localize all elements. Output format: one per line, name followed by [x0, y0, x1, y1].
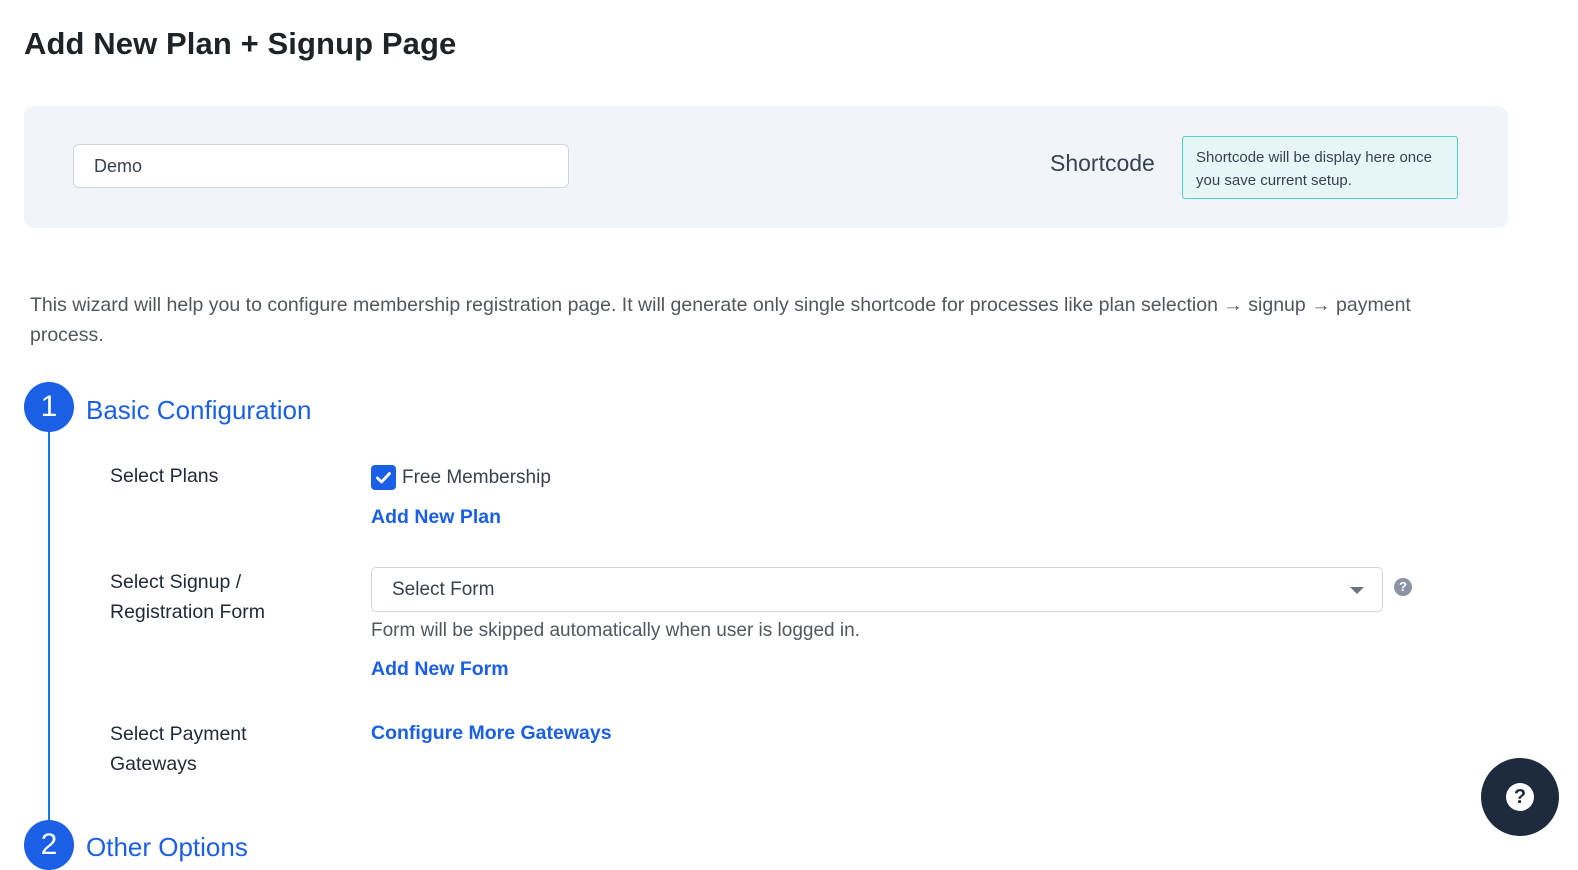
add-new-plan-link[interactable]: Add New Plan — [371, 506, 501, 529]
step-2-title: Other Options — [86, 832, 248, 862]
select-form-label: Select Signup / Registration Form — [110, 571, 265, 623]
add-new-form-link[interactable]: Add New Form — [371, 658, 509, 681]
select-gateways-label: Select Payment Gateways — [110, 723, 247, 775]
free-membership-label[interactable]: Free Membership — [402, 465, 551, 490]
shortcode-display: Shortcode will be display here once you … — [1182, 136, 1458, 199]
step-connector-line — [48, 420, 50, 825]
step-2-badge: 2 — [24, 820, 74, 870]
floating-help-button[interactable]: ? — [1481, 758, 1559, 836]
question-circle-icon[interactable]: ? — [1394, 578, 1412, 596]
plan-name-input[interactable] — [73, 144, 569, 188]
help-icon: ? — [1506, 783, 1534, 811]
step-1-badge: 1 — [24, 382, 74, 432]
plan-header-panel: Shortcode Shortcode will be display here… — [24, 106, 1508, 228]
shortcode-label: Shortcode — [1050, 150, 1155, 176]
configure-gateways-link[interactable]: Configure More Gateways — [371, 722, 612, 745]
step-1-title: Basic Configuration — [86, 395, 312, 425]
chevron-down-icon — [1350, 587, 1364, 594]
form-skip-hint: Form will be skipped automatically when … — [371, 620, 860, 641]
free-membership-checkbox[interactable] — [371, 465, 396, 490]
check-icon — [376, 472, 391, 484]
page-title: Add New Plan + Signup Page — [24, 26, 457, 61]
form-select-value: Select Form — [392, 579, 495, 600]
wizard-description: This wizard will help you to configure m… — [30, 294, 1411, 346]
form-select[interactable]: Select Form — [371, 567, 1383, 612]
select-plans-label: Select Plans — [110, 465, 219, 487]
